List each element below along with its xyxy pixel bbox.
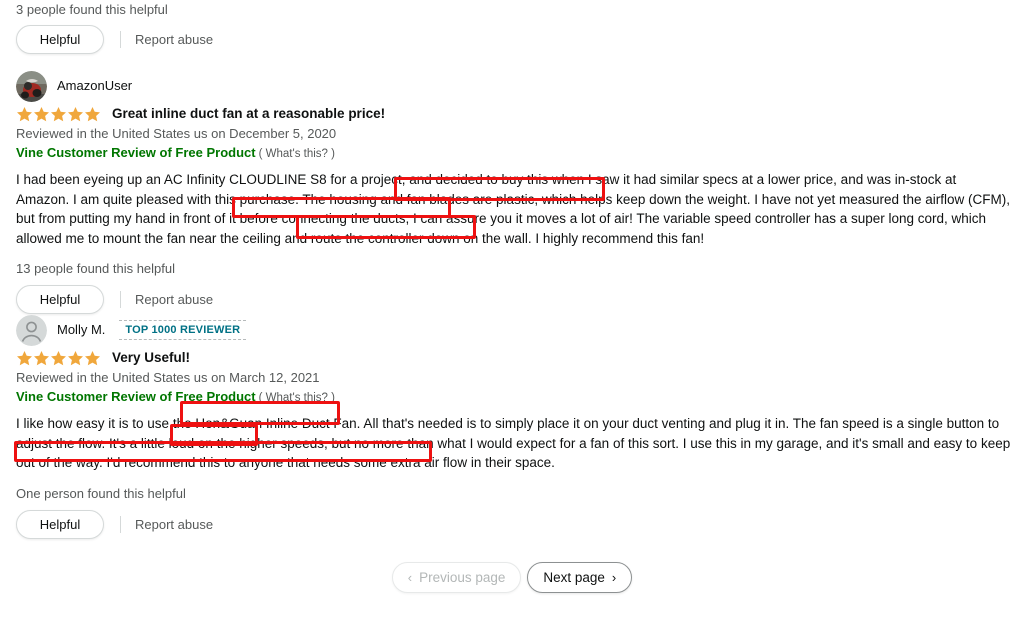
next-page-label: Next page — [543, 570, 605, 585]
vine-paren-open: ( — [258, 148, 263, 160]
top-reviewer-badge[interactable]: TOP 1000 REVIEWER — [119, 320, 247, 340]
generic-person-avatar — [16, 314, 47, 346]
helpful-count: One person found this helpful — [16, 485, 186, 501]
helpful-count-top: 3 people found this helpful — [16, 2, 168, 17]
review-body: I like how easy it is to use the Hon&Gua… — [16, 416, 1011, 470]
action-divider — [120, 291, 121, 308]
vine-whats-this-link[interactable]: What's this? — [266, 148, 328, 160]
vine-whats-this-link[interactable]: What's this? — [266, 392, 328, 404]
report-abuse-link[interactable]: Report abuse — [135, 517, 213, 532]
star-rating[interactable] — [16, 106, 103, 122]
action-row: Helpful Report abuse — [16, 285, 1012, 314]
report-abuse-link[interactable]: Report abuse — [135, 292, 213, 307]
reviewer-name[interactable]: AmazonUser — [57, 78, 132, 94]
review-date: Reviewed in the United States us on Marc… — [16, 370, 320, 385]
reviewer-name[interactable]: Molly M. — [57, 322, 105, 338]
review-item: Molly M. TOP 1000 REVIEWER Very Useful! … — [16, 314, 1012, 539]
helpful-button-top[interactable]: Helpful — [16, 25, 104, 54]
review-title[interactable]: Great inline duct fan at a reasonable pr… — [112, 105, 385, 123]
next-page-button[interactable]: Next page › — [527, 562, 633, 593]
action-divider — [120, 515, 121, 533]
review-item: AmazonUser Great inline duct fan at a re… — [16, 70, 1012, 314]
helpful-count: 13 people found this helpful — [16, 261, 176, 276]
action-divider — [120, 31, 121, 48]
helpful-button[interactable]: Helpful — [16, 509, 104, 539]
reviewer-profile-row[interactable]: AmazonUser — [16, 70, 1012, 102]
vine-label: Vine Customer Review of Free Product — [16, 145, 256, 160]
review-date: Reviewed in the United States us on Dece… — [16, 126, 337, 141]
vine-paren-close: ) — [331, 392, 335, 404]
reviewer-profile-row[interactable]: Molly M. TOP 1000 REVIEWER — [16, 314, 1012, 346]
photo-avatar — [16, 70, 47, 102]
chevron-right-icon: › — [611, 570, 617, 585]
star-rating[interactable] — [16, 350, 103, 366]
review-title[interactable]: Very Useful! — [112, 349, 190, 367]
action-row-top: Helpful Report abuse — [16, 25, 213, 54]
vine-badge-line: Vine Customer Review of Free Product( Wh… — [16, 387, 1012, 408]
review-feedback-block-top: 3 people found this helpful Helpful Repo… — [16, 0, 213, 54]
vine-paren-open: ( — [258, 392, 263, 404]
review-title-row: Great inline duct fan at a reasonable pr… — [16, 105, 1012, 123]
action-row: Helpful Report abuse — [16, 509, 1012, 539]
reviews-page: 3 people found this helpful Helpful Repo… — [0, 0, 1024, 630]
vine-badge-line: Vine Customer Review of Free Product( Wh… — [16, 143, 1012, 164]
previous-page-button[interactable]: ‹ Previous page — [391, 562, 522, 593]
vine-label: Vine Customer Review of Free Product — [16, 389, 256, 404]
pagination: ‹ Previous page Next page › — [0, 562, 1024, 593]
chevron-left-icon: ‹ — [407, 570, 413, 585]
vine-paren-close: ) — [331, 148, 335, 160]
review-title-row: Very Useful! — [16, 349, 1012, 367]
review-body: I had been eyeing up an AC Infinity CLOU… — [16, 172, 1011, 246]
helpful-button[interactable]: Helpful — [16, 285, 104, 314]
previous-page-label: Previous page — [419, 570, 506, 585]
report-abuse-link-top[interactable]: Report abuse — [135, 32, 213, 47]
